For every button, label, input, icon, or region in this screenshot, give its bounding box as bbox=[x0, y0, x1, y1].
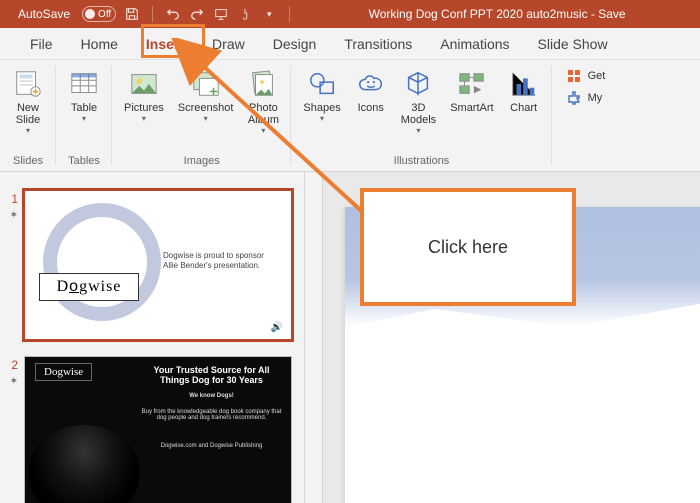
3d-models-icon bbox=[402, 68, 434, 100]
autosave-toggle[interactable]: Off bbox=[82, 6, 116, 22]
addins-icon bbox=[566, 90, 582, 106]
photo-album-button[interactable]: Photo Album ▾ bbox=[241, 64, 285, 139]
tab-home[interactable]: Home bbox=[67, 30, 132, 58]
icons-button[interactable]: Icons bbox=[349, 64, 393, 118]
autosave-label: AutoSave bbox=[18, 7, 70, 21]
animation-indicator-icon: ✶ bbox=[4, 208, 18, 221]
group-addins-label bbox=[584, 110, 587, 128]
slide-number: 1 bbox=[4, 190, 18, 206]
autosave-state: Off bbox=[98, 9, 111, 20]
tab-animations[interactable]: Animations bbox=[426, 30, 523, 58]
new-slide-icon bbox=[12, 68, 44, 100]
group-images-label: Images bbox=[184, 153, 220, 171]
slide-thumbnail-1[interactable]: Dogwise Dogwise is proud to sponsor Alli… bbox=[24, 190, 292, 340]
tab-transitions[interactable]: Transitions bbox=[330, 30, 426, 58]
qat-dropdown-icon[interactable]: ▾ bbox=[261, 6, 277, 22]
slide2-tag2: Buy from the knowledgeable dog book comp… bbox=[140, 409, 283, 421]
new-slide-label: New Slide bbox=[16, 102, 40, 126]
table-button[interactable]: Table ▾ bbox=[62, 64, 106, 127]
ribbon-tabs: File Home Insert Draw Design Transitions… bbox=[0, 28, 700, 60]
slide-number: 2 bbox=[4, 356, 18, 372]
table-label: Table bbox=[71, 102, 97, 114]
click-here-callout: Click here bbox=[360, 188, 576, 306]
tab-draw[interactable]: Draw bbox=[198, 30, 259, 58]
smartart-button[interactable]: SmartArt bbox=[444, 64, 499, 118]
dogwise-logo: Dogwise bbox=[35, 363, 92, 381]
tab-slideshow[interactable]: Slide Show bbox=[524, 30, 622, 58]
title-bar: AutoSave Off ▾ Working Dog Conf PPT 2020… bbox=[0, 0, 700, 28]
new-slide-button[interactable]: New Slide ▾ bbox=[6, 64, 50, 139]
caret-icon: ▾ bbox=[142, 114, 146, 123]
group-illustrations: Shapes ▾ Icons 3D Models ▾ Smar bbox=[291, 60, 551, 171]
3d-models-button[interactable]: 3D Models ▾ bbox=[395, 64, 442, 139]
slide2-tag3: Dogwise.com and Dogwise Publishing bbox=[140, 443, 283, 449]
decorative-circle bbox=[43, 203, 161, 321]
my-addins-label: My bbox=[588, 92, 603, 104]
table-icon bbox=[68, 68, 100, 100]
slide-thumbnail-2[interactable]: Dogwise Your Trusted Source for All Thin… bbox=[24, 356, 292, 503]
shapes-icon bbox=[306, 68, 338, 100]
screenshot-icon bbox=[190, 68, 222, 100]
present-icon[interactable] bbox=[213, 6, 229, 22]
tab-insert[interactable]: Insert bbox=[132, 30, 198, 58]
3d-models-label: 3D Models bbox=[401, 102, 436, 126]
pictures-label: Pictures bbox=[124, 102, 164, 114]
chart-label: Chart bbox=[510, 102, 537, 114]
speaker-icon: 🔊 bbox=[271, 322, 283, 333]
group-images: Pictures ▾ Screenshot ▾ Photo Album ▾ Im… bbox=[112, 60, 291, 171]
chart-button[interactable]: Chart bbox=[502, 64, 546, 118]
chart-icon bbox=[508, 68, 540, 100]
animation-indicator-icon: ✶ bbox=[4, 374, 18, 387]
pictures-icon bbox=[128, 68, 160, 100]
slide1-caption: Dogwise is proud to sponsor Allie Bender… bbox=[163, 251, 273, 270]
ribbon: New Slide ▾ Slides Table ▾ Tables Pi bbox=[0, 60, 700, 172]
thumbnail-row: 2 ✶ Dogwise Your Trusted Source for All … bbox=[0, 348, 304, 503]
slide2-tag1: We know Dogs! bbox=[140, 393, 283, 399]
undo-icon[interactable] bbox=[165, 6, 181, 22]
slide-thumbnails-panel[interactable]: 1 ✶ Dogwise Dogwise is proud to sponsor … bbox=[0, 172, 305, 503]
group-slides-label: Slides bbox=[13, 153, 43, 171]
icons-icon bbox=[355, 68, 387, 100]
slide2-heading: Your Trusted Source for All Things Dog f… bbox=[140, 365, 283, 385]
photo-album-label: Photo Album bbox=[248, 102, 279, 126]
caret-icon: ▾ bbox=[416, 126, 420, 135]
store-icon bbox=[566, 68, 582, 84]
save-icon[interactable] bbox=[124, 6, 140, 22]
caret-icon: ▾ bbox=[204, 114, 208, 123]
group-addins: Get My bbox=[552, 60, 614, 171]
screenshot-label: Screenshot bbox=[178, 102, 234, 114]
shapes-label: Shapes bbox=[303, 102, 340, 114]
get-addins-button[interactable]: Get bbox=[562, 66, 610, 86]
tab-design[interactable]: Design bbox=[259, 30, 331, 58]
my-addins-button[interactable]: My bbox=[562, 88, 610, 108]
thumbnail-row: 1 ✶ Dogwise Dogwise is proud to sponsor … bbox=[0, 182, 304, 348]
workspace: 1 ✶ Dogwise Dogwise is proud to sponsor … bbox=[0, 172, 700, 503]
redo-icon[interactable] bbox=[189, 6, 205, 22]
caret-icon: ▾ bbox=[26, 126, 30, 135]
photo-album-icon bbox=[247, 68, 279, 100]
tab-file[interactable]: File bbox=[16, 30, 67, 58]
icons-label: Icons bbox=[358, 102, 384, 114]
shapes-button[interactable]: Shapes ▾ bbox=[297, 64, 346, 127]
document-title: Working Dog Conf PPT 2020 auto2music - S… bbox=[294, 7, 700, 21]
vertical-ruler bbox=[305, 172, 323, 503]
get-addins-label: Get bbox=[588, 70, 606, 82]
dogwise-logo: Dogwise bbox=[39, 273, 139, 301]
touch-mode-icon[interactable] bbox=[237, 6, 253, 22]
screenshot-button[interactable]: Screenshot ▾ bbox=[172, 64, 240, 127]
group-slides: New Slide ▾ Slides bbox=[0, 60, 56, 171]
group-tables-label: Tables bbox=[68, 153, 100, 171]
smartart-icon bbox=[456, 68, 488, 100]
group-illustrations-label: Illustrations bbox=[394, 153, 450, 171]
pictures-button[interactable]: Pictures ▾ bbox=[118, 64, 170, 127]
group-tables: Table ▾ Tables bbox=[56, 60, 112, 171]
callout-text: Click here bbox=[428, 237, 508, 258]
caret-icon: ▾ bbox=[82, 114, 86, 123]
caret-icon: ▾ bbox=[320, 114, 324, 123]
caret-icon: ▾ bbox=[261, 126, 265, 135]
toggle-knob-icon bbox=[85, 9, 95, 19]
dog-nose-image bbox=[29, 425, 139, 503]
smartart-label: SmartArt bbox=[450, 102, 493, 114]
